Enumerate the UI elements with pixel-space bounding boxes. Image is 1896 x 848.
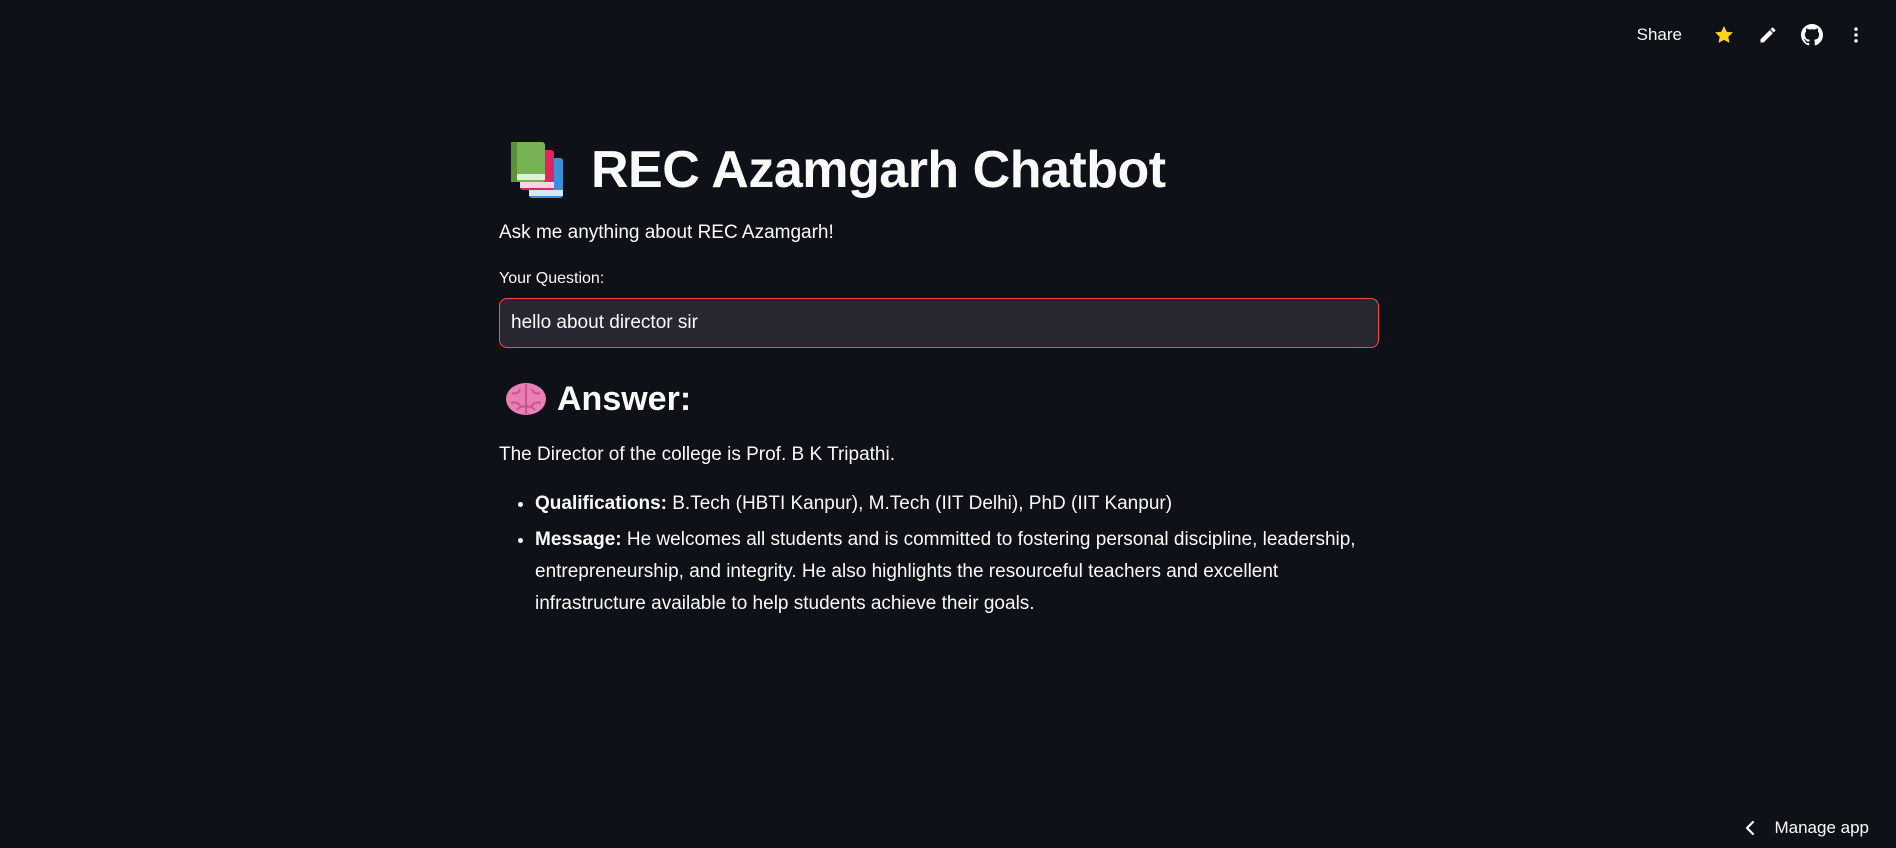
edit-button[interactable] bbox=[1746, 13, 1790, 57]
manage-app-label: Manage app bbox=[1774, 818, 1869, 837]
qualifications-label: Qualifications: bbox=[535, 493, 667, 514]
chevron-left-icon bbox=[1746, 820, 1755, 836]
answer-list: Qualifications: B.Tech (HBTI Kanpur), M.… bbox=[499, 488, 1379, 620]
app-toolbar: Share bbox=[1637, 0, 1896, 70]
main-menu-button[interactable] bbox=[1834, 13, 1878, 57]
main-content: REC Azamgarh Chatbot Ask me anything abo… bbox=[499, 130, 1379, 624]
github-button[interactable] bbox=[1790, 13, 1834, 57]
page-title-row: REC Azamgarh Chatbot bbox=[499, 130, 1379, 210]
answer-heading-row: Answer: bbox=[499, 374, 1379, 424]
question-input[interactable] bbox=[499, 298, 1379, 348]
list-item: Qualifications: B.Tech (HBTI Kanpur), M.… bbox=[535, 488, 1379, 520]
share-button[interactable]: Share bbox=[1637, 25, 1682, 45]
favorite-button[interactable] bbox=[1702, 13, 1746, 57]
pencil-icon bbox=[1760, 27, 1776, 43]
list-item: Message: He welcomes all students and is… bbox=[535, 524, 1379, 620]
question-label: Your Question: bbox=[499, 270, 605, 287]
books-icon bbox=[505, 140, 591, 200]
github-icon bbox=[1801, 24, 1823, 46]
answer-heading: Answer: bbox=[557, 379, 692, 418]
qualifications-text: B.Tech (HBTI Kanpur), M.Tech (IIT Delhi)… bbox=[666, 493, 1173, 514]
message-label: Message: bbox=[535, 529, 622, 550]
message-text: He welcomes all students and is committe… bbox=[535, 529, 1356, 614]
star-icon bbox=[1715, 26, 1733, 43]
brain-icon bbox=[503, 379, 549, 419]
page-title: REC Azamgarh Chatbot bbox=[591, 141, 1166, 199]
manage-app-button[interactable]: Manage app bbox=[1744, 818, 1869, 838]
kebab-menu-icon bbox=[1854, 27, 1858, 43]
page-subtitle: Ask me anything about REC Azamgarh! bbox=[499, 222, 834, 243]
answer-intro: The Director of the college is Prof. B K… bbox=[499, 444, 896, 465]
